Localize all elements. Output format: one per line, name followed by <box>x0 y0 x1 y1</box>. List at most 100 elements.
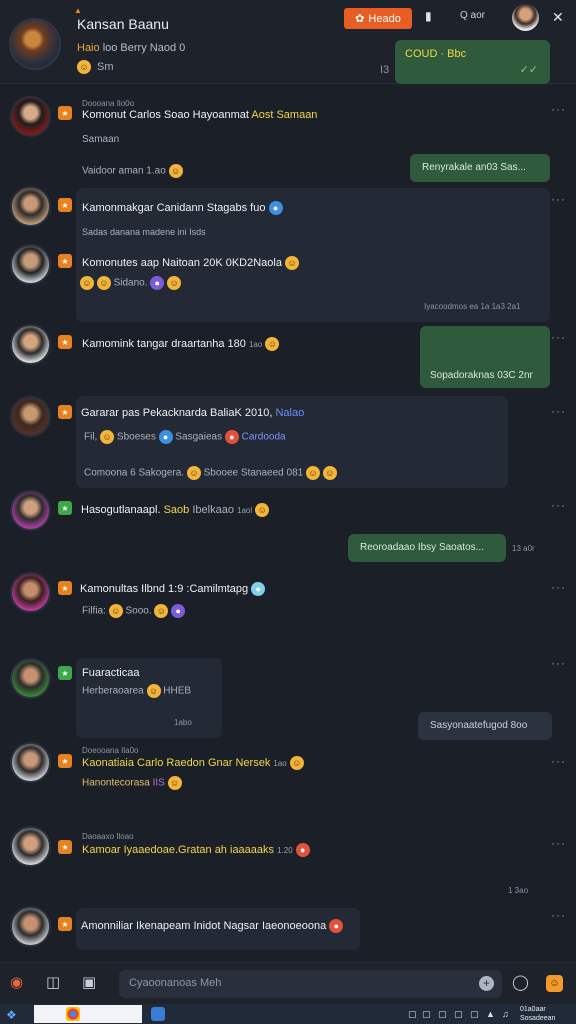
emoji-icon: ☺ <box>285 256 300 270</box>
sender-avatar[interactable] <box>10 490 51 531</box>
volume-icon[interactable]: ♫ <box>502 1009 509 1019</box>
message-meta: Doooana Ilo0o <box>82 99 135 108</box>
gif-icon[interactable]: ▣ <box>82 973 96 991</box>
message-meta: Doeooana Ila0o <box>82 746 139 755</box>
read-ticks-icon: ✓✓ <box>519 64 538 76</box>
primary-action-button[interactable]: ✿ Heado <box>344 8 412 29</box>
more-options-icon[interactable]: ··· <box>551 498 566 512</box>
sender-name[interactable]: Kamoar Iyaaedoae.Gratan ah iaaaaaks 1.20… <box>82 843 310 857</box>
user-avatar[interactable] <box>512 4 539 31</box>
chat-header: ▲ Kansan Baanu Haio loo Berry Naod 0 ☺ S… <box>0 0 576 84</box>
sender-name[interactable]: Kamonmakgar Canidann Stagabs fuo ● <box>82 201 283 215</box>
more-options-icon[interactable]: ··· <box>551 404 566 418</box>
sender-name[interactable]: Gararar pas Pekacknarda BaliaK 2010, Nal… <box>81 407 304 419</box>
pinned-message[interactable]: COUD · Bbc ✓✓ <box>395 40 550 84</box>
more-options-icon[interactable]: ··· <box>551 192 566 206</box>
add-icon[interactable]: + <box>479 976 494 991</box>
message-timestamp: 13 a0r <box>512 544 535 553</box>
reply-text: Reoroadaao Ibsy Saoatos... <box>360 542 484 553</box>
sender-avatar[interactable] <box>10 186 51 227</box>
sender-avatar[interactable] <box>10 244 51 285</box>
tray-icon[interactable]: ▢ <box>408 1009 417 1020</box>
sender-avatar[interactable] <box>10 906 51 947</box>
sender-avatar[interactable] <box>10 658 51 699</box>
pin-icon[interactable]: ▮ <box>425 9 432 23</box>
chat-app: ▲ Kansan Baanu Haio loo Berry Naod 0 ☺ S… <box>0 0 576 1024</box>
emoji-icon: ● <box>158 430 173 444</box>
more-options-icon[interactable]: ··· <box>551 754 566 768</box>
chat-subtitle: Haio loo Berry Naod 0 <box>77 42 185 54</box>
group-avatar[interactable] <box>9 18 61 70</box>
more-options-icon[interactable]: ··· <box>551 656 566 670</box>
sender-tag: fuo <box>250 201 266 214</box>
sender-name[interactable]: Kamonultas Ilbnd 1:9 :Camilmtapg ● <box>80 582 266 596</box>
fire-icon: ✿ <box>355 13 365 25</box>
app-icon[interactable] <box>151 1007 165 1021</box>
message-item: ★ Fuaracticaa Herberaoarea ☺ HHEB 1abo ·… <box>0 656 576 740</box>
message-item: ★ Kamonmakgar Canidann Stagabs fuo ● Sad… <box>0 186 576 322</box>
more-options-icon[interactable]: ··· <box>551 330 566 344</box>
rank-badge-icon: ★ <box>58 405 72 419</box>
reply-bubble[interactable]: Renyrakale an03 Sas... <box>410 154 550 182</box>
start-icon[interactable]: ❖ <box>6 1008 17 1022</box>
sender-name[interactable]: Kaonatiaia Carlo Raedon Gnar Nersek 1ao … <box>82 756 304 770</box>
emoji-icon: ☺ <box>96 276 111 290</box>
emoji-icon: ● <box>329 919 344 933</box>
more-options-icon[interactable]: ··· <box>551 836 566 850</box>
message-text-content: Sboeses <box>116 431 156 443</box>
sender-avatar[interactable] <box>10 742 51 783</box>
rank-badge-icon: ★ <box>58 335 72 349</box>
reply-bubble[interactable]: Sopadoraknas 03C 2nr <box>420 326 550 388</box>
attachment-icon[interactable]: ◫ <box>46 973 60 991</box>
sender-name-text: Komonut Carlos Soao Hayoanmat <box>82 109 249 121</box>
sticker-icon[interactable]: ☺ <box>546 975 563 992</box>
message-text-content: Vaidoor aman 1.ao <box>82 165 166 177</box>
reply-bubble[interactable]: Reoroadaao Ibsy Saoatos... <box>348 534 506 562</box>
sender-avatar[interactable] <box>10 826 51 867</box>
reply-bubble[interactable]: Sasyonaatefugod 8oo <box>418 712 552 740</box>
tray-icon[interactable]: ▢ <box>454 1009 463 1020</box>
sender-tag: Ibelkaao <box>192 503 234 516</box>
message-text-content: HHEB <box>163 685 192 697</box>
message-text: Comoona 6 Sakogera. ☺ Sbooee Stanaeed 08… <box>84 466 337 480</box>
message-link[interactable]: Cardooda <box>242 432 286 443</box>
emoji-picker-icon[interactable]: ◉ <box>10 973 23 991</box>
message-text-content: Hanontecorasa <box>82 777 150 789</box>
emoji-icon: ● <box>268 201 283 215</box>
sender-avatar[interactable] <box>10 96 51 137</box>
sender-name[interactable]: Amonniliar Ikenapeam Inidot Nagsar Iaeon… <box>81 919 344 933</box>
sender-name[interactable]: Komonutes aap Naitoan 20K 0KD2Naola ☺ <box>82 256 300 270</box>
sender-name-text: Amonniliar Ikenapeam Inidot Nagsar Iaeon… <box>81 919 327 932</box>
sender-name[interactable]: Kamomink tangar draartanha 180 1ao ☺ <box>82 337 280 351</box>
rank-badge-icon: ★ <box>58 840 72 854</box>
rank-badge-icon: ★ <box>58 254 72 268</box>
message-item: ★ Amonniliar Ikenapeam Inidot Nagsar Iae… <box>0 906 576 956</box>
more-options-icon[interactable]: ··· <box>551 580 566 594</box>
message-text-content: Sooo. <box>125 605 152 617</box>
sender-name[interactable]: Komonut Carlos Soao Hayoanmat Aost Samaa… <box>82 109 317 121</box>
network-icon[interactable]: ▲ <box>486 1009 495 1019</box>
tray-icon[interactable]: ▢ <box>422 1009 431 1020</box>
sender-name-text: Komonutes aap Naitoan 20K 0KD2Naola <box>82 256 282 269</box>
sender-avatar[interactable] <box>10 396 51 437</box>
search-button[interactable]: Q aor <box>460 10 485 21</box>
sender-avatar[interactable] <box>10 572 51 613</box>
chat-title[interactable]: Kansan Baanu <box>77 16 169 32</box>
tray-icon[interactable]: ▢ <box>438 1009 447 1020</box>
close-icon[interactable]: ✕ <box>552 9 564 26</box>
rank-badge-icon: ★ <box>58 666 72 680</box>
tray-icon[interactable]: ▢ <box>470 1009 479 1020</box>
more-options-icon[interactable]: ··· <box>551 102 566 116</box>
message-text-content: Sidano. <box>113 277 148 289</box>
message-item: ★ Kamomink tangar draartanha 180 1ao ☺ ·… <box>0 324 576 390</box>
message-text: Filfia: ☺ Sooo. ☺ ● <box>82 604 186 618</box>
sender-avatar[interactable] <box>10 324 51 365</box>
browser-icon[interactable] <box>66 1007 80 1021</box>
sender-name[interactable]: Fuaracticaa <box>82 667 139 679</box>
clock[interactable]: 01a0aar Sosadeean <box>520 1005 555 1023</box>
sender-name[interactable]: Hasogutlanaapl. Saob Ibelkaao 1aol ☺ <box>81 503 270 517</box>
voice-icon[interactable]: ◯ <box>512 973 529 991</box>
message-input[interactable]: Cyaoonanoas Meh + <box>119 970 502 998</box>
taskbar-search[interactable] <box>34 1005 142 1023</box>
more-options-icon[interactable]: ··· <box>551 908 566 922</box>
